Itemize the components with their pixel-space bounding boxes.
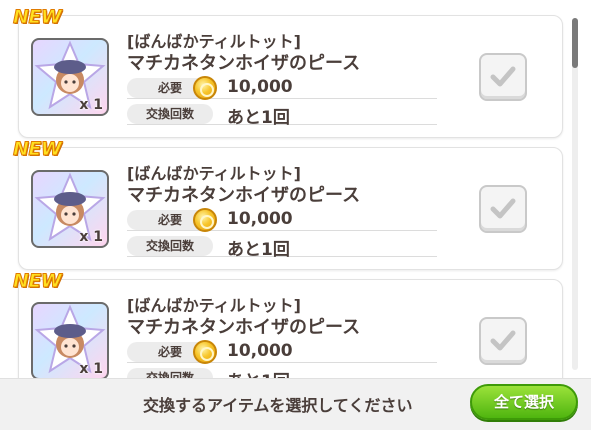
cost-row: 必要 10,000	[127, 76, 437, 100]
select-checkbox[interactable]	[479, 185, 527, 233]
exchange-item-card[interactable]: NEW x 1 [ばんばかティルトット] マチカネタンホイザのピース 必要 10…	[12, 138, 563, 270]
instruction-text: 交換するアイテムを選択してください	[143, 396, 413, 415]
item-count: x 1	[79, 361, 103, 377]
exchange-count-label: 交換回数	[127, 368, 213, 378]
exchange-count-label: 交換回数	[127, 236, 213, 256]
item-name: マチカネタンホイザのピース	[127, 53, 361, 74]
item-thumbnail: x 1	[31, 38, 109, 116]
select-all-button[interactable]: 全て選択	[470, 384, 578, 420]
item-count: x 1	[79, 97, 103, 113]
gold-coin-icon	[193, 76, 217, 100]
exchange-count-value: あと1回	[227, 367, 290, 378]
exchange-count-row: 交換回数 あと1回	[127, 103, 437, 128]
exchange-item-list[interactable]: NEW x 1 [ばんばかティルトット] マチカネタンホイザのピース 必要 10…	[0, 0, 591, 378]
cost-row: 必要 10,000	[127, 208, 437, 232]
check-icon	[490, 198, 516, 219]
exchange-count-value: あと1回	[227, 240, 290, 260]
item-thumbnail: x 1	[31, 170, 109, 248]
item-name: マチカネタンホイザのピース	[127, 317, 361, 338]
new-badge: NEW	[12, 138, 62, 161]
exchange-count-label: 交換回数	[127, 104, 213, 124]
exchange-item-card[interactable]: NEW x 1 [ばんばかティルトット] マチカネタンホイザのピース 必要 10…	[12, 270, 563, 378]
select-checkbox[interactable]	[479, 53, 527, 101]
select-checkbox[interactable]	[479, 317, 527, 365]
new-badge: NEW	[12, 6, 62, 29]
item-thumbnail: x 1	[31, 302, 109, 378]
exchange-count-row: 交換回数 あと1回	[127, 367, 437, 378]
item-name: マチカネタンホイザのピース	[127, 185, 361, 206]
footer-bar: 交換するアイテムを選択してください 全て選択	[0, 378, 591, 430]
check-icon	[490, 330, 516, 351]
item-count: x 1	[79, 229, 103, 245]
cost-row: 必要 10,000	[127, 340, 437, 364]
check-icon	[490, 66, 516, 87]
cost-value: 10,000	[227, 341, 293, 361]
scrollbar[interactable]	[572, 18, 578, 370]
gold-coin-icon	[193, 208, 217, 232]
scrollbar-thumb[interactable]	[572, 18, 578, 68]
exchange-item-card[interactable]: NEW x 1 [ばんばかティルトット] マチカネタンホイザのピース 必要 10…	[12, 6, 563, 138]
exchange-count-row: 交換回数 あと1回	[127, 235, 437, 260]
cost-value: 10,000	[227, 77, 293, 97]
exchange-count-value: あと1回	[227, 108, 290, 128]
gold-coin-icon	[193, 340, 217, 364]
new-badge: NEW	[12, 270, 62, 293]
cost-value: 10,000	[227, 209, 293, 229]
